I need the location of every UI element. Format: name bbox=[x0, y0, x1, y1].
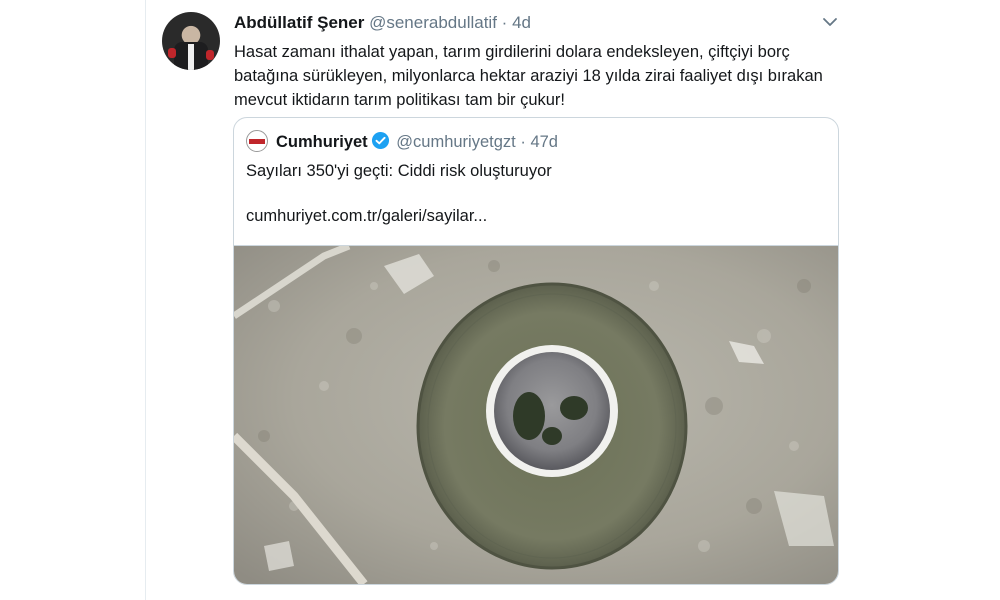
quoted-tweet[interactable]: Cumhuriyet @cumhuriyetgzt · 47d Sayıları… bbox=[233, 117, 839, 585]
quote-avatar[interactable] bbox=[246, 130, 268, 152]
avatar-mic-2 bbox=[206, 50, 214, 60]
column-divider bbox=[145, 0, 146, 600]
avatar[interactable] bbox=[162, 12, 220, 70]
chevron-down-icon[interactable] bbox=[821, 13, 839, 31]
quote-timestamp[interactable]: 47d bbox=[530, 133, 558, 151]
verified-badge-icon bbox=[371, 131, 389, 150]
tweet-timestamp[interactable]: 4d bbox=[512, 13, 531, 32]
author-name[interactable]: Abdüllatif Şener bbox=[234, 13, 364, 32]
author-handle[interactable]: @senerabdullatif bbox=[369, 13, 497, 32]
tweet-header: Abdüllatif Şener @senerabdullatif · 4d bbox=[234, 13, 531, 33]
avatar-mic bbox=[168, 48, 176, 58]
tweet-text: Hasat zamanı ithalat yapan, tarım girdil… bbox=[234, 43, 823, 109]
quote-avatar-logo bbox=[249, 139, 265, 144]
quote-header: Cumhuriyet @cumhuriyetgzt · 47d bbox=[276, 131, 558, 152]
header-separator: · bbox=[501, 13, 508, 32]
quote-link[interactable]: cumhuriyet.com.tr/galeri/sayilar... bbox=[246, 207, 487, 226]
quote-text: Sayıları 350'yi geçti: Ciddi risk oluştu… bbox=[246, 162, 552, 180]
quote-header-separator: · bbox=[520, 133, 526, 151]
avatar-shirt bbox=[188, 44, 194, 70]
sinkhole-aerial-photo[interactable] bbox=[234, 246, 838, 584]
quote-author-handle[interactable]: @cumhuriyetgzt bbox=[396, 133, 515, 151]
quote-author-name[interactable]: Cumhuriyet bbox=[276, 133, 368, 151]
